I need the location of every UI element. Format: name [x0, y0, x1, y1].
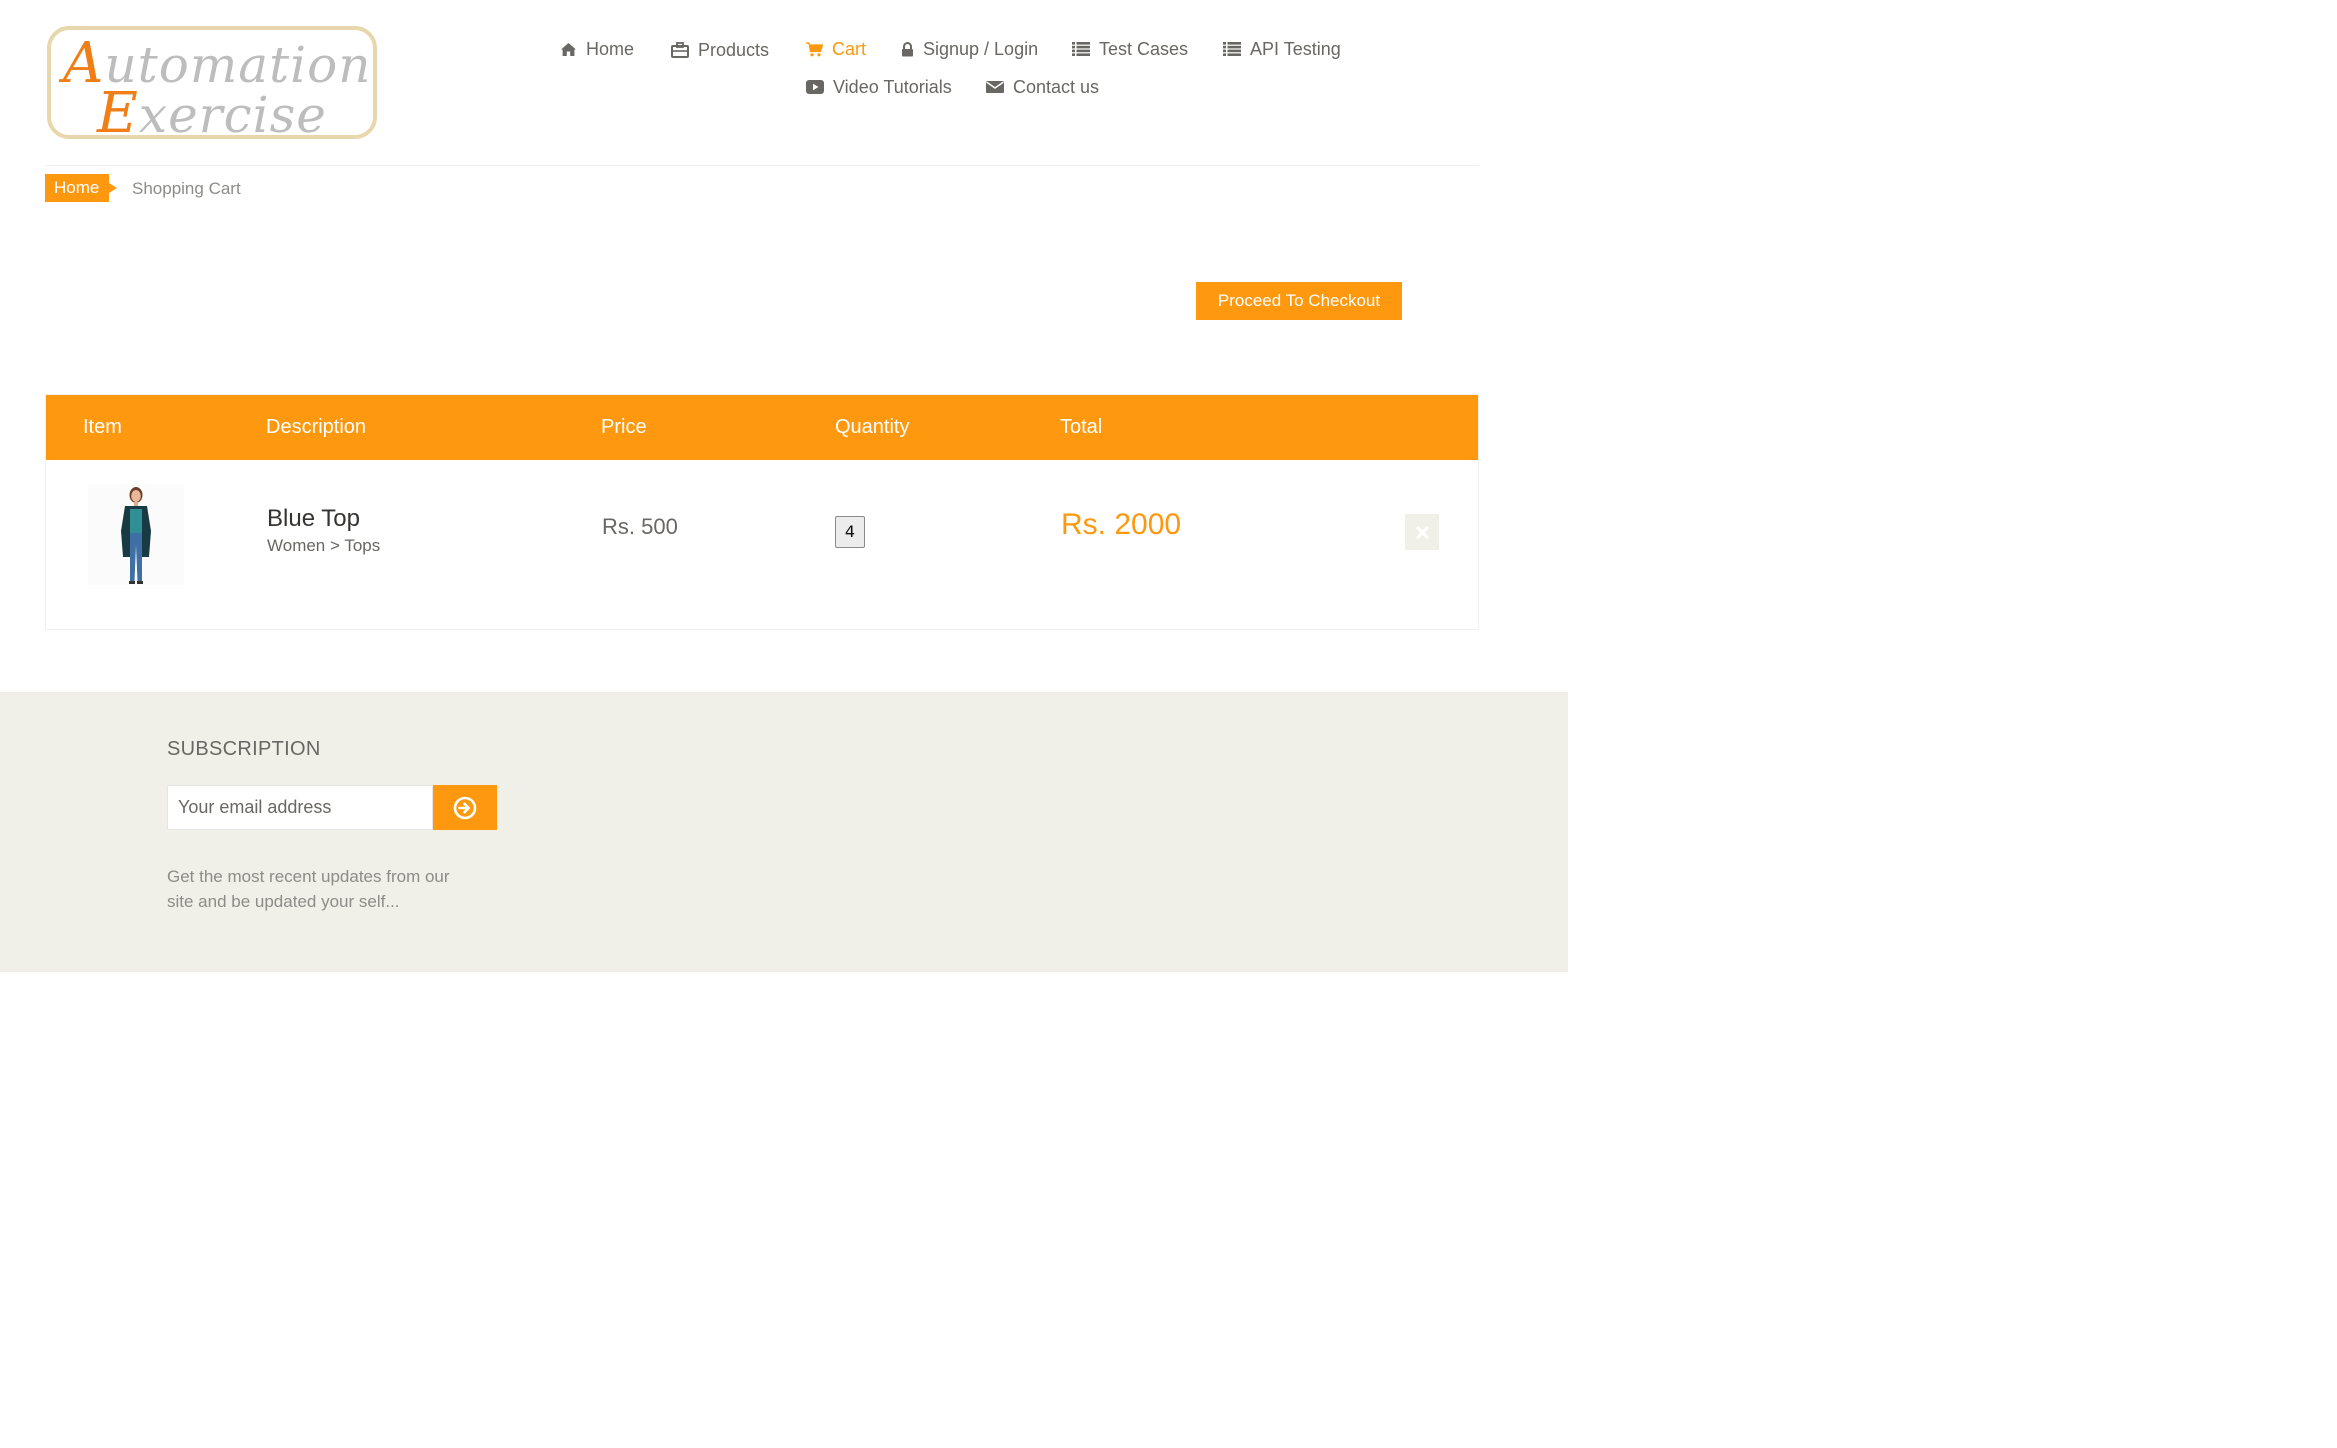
nav-test-cases-label: Test Cases	[1099, 38, 1189, 59]
subscribe-button[interactable]	[433, 785, 497, 830]
subscribe-email-input[interactable]	[167, 785, 433, 830]
envelope-icon	[986, 81, 1004, 93]
logo-line-2: Exercise	[97, 81, 327, 146]
header-item: Item	[83, 416, 122, 438]
nav-products-label: Products	[698, 39, 770, 60]
nav-signup-login[interactable]: Signup / Login	[901, 37, 1038, 61]
product-image[interactable]	[88, 485, 184, 585]
nav-cart-label: Cart	[832, 38, 867, 59]
delete-item-button[interactable]	[1405, 514, 1439, 550]
header-total: Total	[1060, 416, 1103, 438]
lock-icon	[902, 41, 913, 56]
product-price: Rs. 500	[602, 514, 678, 539]
nav-contact-us-label: Contact us	[1013, 76, 1100, 97]
cart-table: Item Description Price Quantity Total Bl…	[45, 394, 1479, 630]
nav-products[interactable]: Products	[671, 38, 769, 62]
times-icon	[1415, 525, 1429, 539]
product-category: Women > Tops	[267, 536, 381, 555]
nav-video-tutorials[interactable]: Video Tutorials	[806, 75, 952, 99]
subscription-description: Get the most recent updates from our sit…	[167, 867, 450, 911]
briefcase-icon	[671, 42, 689, 58]
nav-api-testing-label: API Testing	[1250, 38, 1341, 59]
nav-cart[interactable]: Cart	[806, 37, 866, 61]
breadcrumb-current: Shopping Cart	[132, 179, 241, 198]
proceed-to-checkout-button[interactable]: Proceed To Checkout	[1196, 282, 1402, 320]
nav-home-label: Home	[586, 38, 635, 59]
cart-table-header: Item Description Price Quantity Total	[46, 395, 1478, 460]
product-name[interactable]: Blue Top	[267, 505, 360, 533]
header-quantity: Quantity	[835, 416, 910, 438]
breadcrumb-home[interactable]: Home	[45, 174, 117, 202]
header-description: Description	[266, 416, 367, 438]
nav-api-testing[interactable]: API Testing	[1223, 37, 1341, 61]
nav-video-tutorials-label: Video Tutorials	[833, 76, 952, 97]
list-icon	[1072, 42, 1090, 56]
arrow-circle-right-icon	[453, 796, 477, 819]
home-icon	[561, 42, 576, 56]
quantity-display: 4	[835, 516, 865, 548]
subscription-title: SUBSCRIPTION	[167, 738, 321, 760]
site-logo[interactable]: Automation Exercise	[47, 26, 377, 146]
nav-contact-us[interactable]: Contact us	[986, 75, 1099, 99]
header-divider	[45, 165, 1479, 166]
header-price: Price	[601, 416, 647, 438]
nav-test-cases[interactable]: Test Cases	[1072, 37, 1188, 61]
nav-home[interactable]: Home	[560, 37, 634, 61]
product-total: Rs. 2000	[1061, 508, 1182, 541]
footer: SUBSCRIPTION Get the most recent updates…	[0, 692, 1568, 972]
list-icon	[1223, 42, 1241, 56]
youtube-play-icon	[806, 80, 824, 94]
shopping-cart-icon	[806, 41, 823, 56]
nav-signup-login-label: Signup / Login	[923, 38, 1039, 59]
